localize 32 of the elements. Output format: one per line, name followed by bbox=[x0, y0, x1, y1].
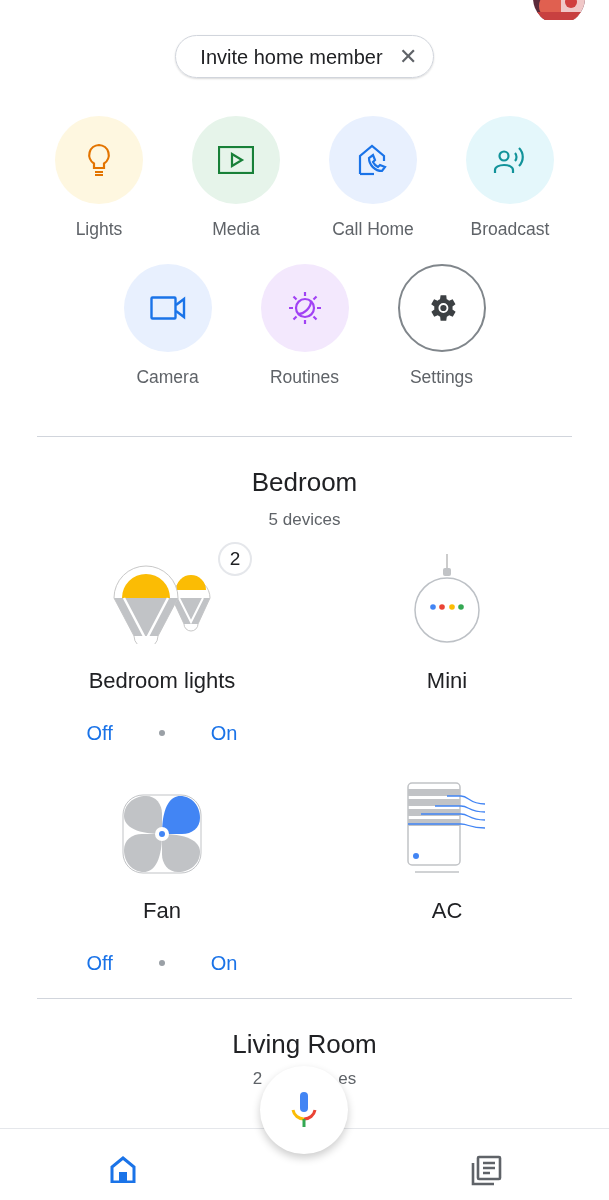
feed-icon bbox=[470, 1155, 502, 1187]
device-count: es bbox=[338, 1068, 357, 1090]
room-title: Bedroom bbox=[251, 465, 358, 499]
close-icon[interactable]: ✕ bbox=[398, 45, 417, 68]
on-button[interactable]: On bbox=[210, 948, 238, 978]
chip-label: Invite home member bbox=[200, 44, 383, 70]
lightbulb-icon bbox=[87, 143, 111, 177]
device-count: 2 bbox=[252, 1068, 263, 1090]
play-screen-icon bbox=[218, 146, 254, 174]
action-label: Media bbox=[212, 218, 260, 241]
off-button[interactable]: Off bbox=[86, 948, 113, 978]
action-label: Lights bbox=[75, 218, 123, 241]
off-button[interactable]: Off bbox=[86, 718, 113, 748]
device-name: Bedroom lights bbox=[88, 667, 236, 695]
device-name: Fan bbox=[143, 897, 181, 925]
home-icon bbox=[109, 1155, 137, 1183]
on-button[interactable]: On bbox=[210, 718, 238, 748]
sun-moon-icon bbox=[286, 290, 323, 327]
action-label: Broadcast bbox=[470, 218, 550, 241]
house-phone-icon bbox=[358, 144, 388, 176]
video-camera-icon bbox=[149, 296, 186, 321]
action-label: Camera bbox=[136, 366, 199, 390]
action-label: Routines bbox=[269, 366, 340, 390]
action-label: Settings bbox=[409, 366, 474, 390]
device-count: 5 devices bbox=[268, 508, 341, 531]
device-name: Mini bbox=[426, 667, 468, 695]
device-name: AC bbox=[431, 897, 463, 925]
person-broadcast-icon bbox=[493, 145, 527, 175]
count-badge: 2 bbox=[218, 542, 252, 576]
room-title: Living Room bbox=[232, 1028, 377, 1061]
action-label: Call Home bbox=[332, 218, 414, 241]
microphone-icon bbox=[291, 1092, 317, 1128]
